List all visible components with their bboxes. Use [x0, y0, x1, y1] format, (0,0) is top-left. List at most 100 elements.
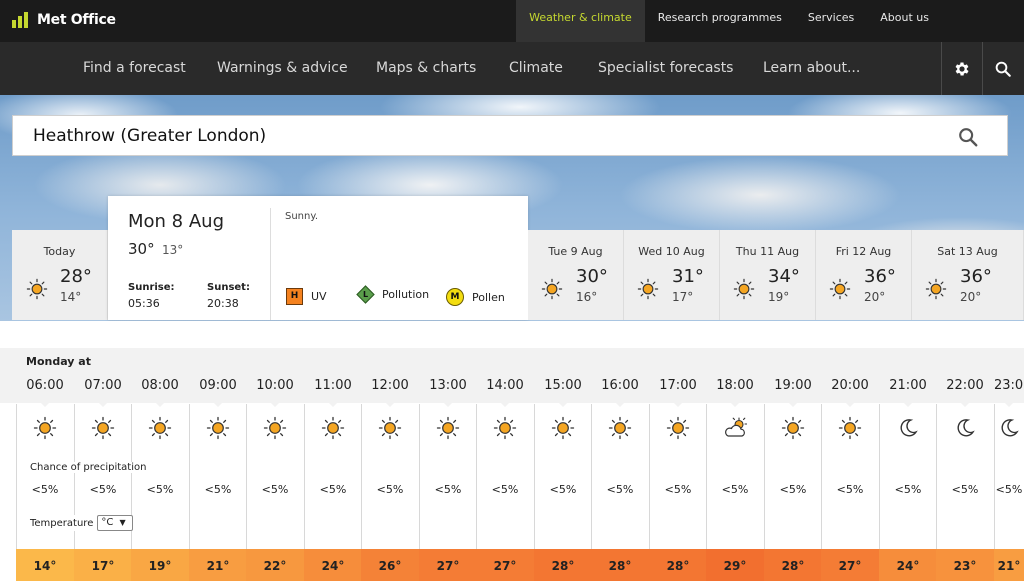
day-max-temp: 34°: [768, 266, 800, 287]
search-nav-button[interactable]: [982, 42, 1023, 95]
sun-icon: [551, 416, 575, 440]
hour-caret: [558, 402, 568, 407]
day-card[interactable]: Thu 11 Aug 34° 19°: [720, 230, 816, 320]
nav-maps-charts[interactable]: Maps & charts: [376, 42, 476, 95]
pollution-level-badge: L: [356, 285, 375, 304]
hour-temperature: 26°: [361, 549, 419, 581]
sun-icon: [666, 416, 690, 440]
hour-temperature: 27°: [476, 549, 534, 581]
nav-warnings-advice[interactable]: Warnings & advice: [217, 42, 348, 95]
hour-column: 09:00 <5% 21°: [189, 376, 247, 581]
hour-temperature: 21°: [994, 549, 1024, 581]
pollen-label: Pollen: [472, 290, 505, 304]
hour-temperature: 24°: [879, 549, 937, 581]
uv-indicator[interactable]: H UV: [286, 288, 327, 305]
hour-temperature: 28°: [534, 549, 592, 581]
day-max-temp: 36°: [864, 266, 896, 287]
hour-precipitation: <5%: [606, 483, 634, 496]
nav-climate[interactable]: Climate: [509, 42, 563, 95]
sun-icon: [925, 278, 947, 300]
moon-icon: [1001, 419, 1019, 437]
day-name: Tue 9 Aug: [548, 245, 603, 258]
hour-time: 09:00: [199, 378, 237, 393]
sun-icon: [733, 278, 755, 300]
hour-column: 12:00 <5% 26°: [361, 376, 419, 581]
day-card-today[interactable]: Today 28° 14°: [12, 230, 108, 320]
hour-time: 21:00: [889, 378, 927, 393]
search-icon: [995, 61, 1011, 77]
hour-column: 15:00 <5% 28°: [534, 376, 592, 581]
hour-column: 17:00 <5% 28°: [649, 376, 707, 581]
sun-icon: [436, 416, 460, 440]
hour-column: 08:00 <5% 19°: [131, 376, 189, 581]
brand-name: Met Office: [37, 12, 116, 28]
sun-icon: [838, 416, 862, 440]
top-link-weather-climate[interactable]: Weather & climate: [516, 0, 645, 42]
sun-icon: [206, 416, 230, 440]
chevron-down-icon: ▼: [119, 518, 126, 527]
hour-caret: [213, 402, 223, 407]
hour-time: 16:00: [601, 378, 639, 393]
hour-caret: [673, 402, 683, 407]
hour-column: 06:00 <5% 14°: [16, 376, 74, 581]
hour-caret: [443, 402, 453, 407]
sunset-label: Sunset:: [207, 282, 250, 293]
hour-time: 20:00: [831, 378, 869, 393]
selected-day-panel: Mon 8 Aug 30° 13° Sunrise: 05:36 Sunset:…: [108, 196, 528, 320]
day-min-temp: 20°: [960, 290, 982, 304]
hour-precipitation: <5%: [995, 483, 1023, 496]
hour-column: 14:00 <5% 27°: [476, 376, 534, 581]
hour-temperature: 19°: [131, 549, 189, 581]
top-link-about-us[interactable]: About us: [867, 0, 1024, 42]
nav-specialist-forecasts[interactable]: Specialist forecasts: [598, 42, 733, 95]
sun-icon: [148, 416, 172, 440]
settings-button[interactable]: [941, 42, 982, 95]
day-card[interactable]: Wed 10 Aug 31° 17°: [624, 230, 720, 320]
top-bar: Met Office Weather & climate Research pr…: [0, 0, 1024, 42]
location-search-value: Heathrow (Greater London): [33, 126, 267, 146]
day-name: Thu 11 Aug: [735, 245, 800, 258]
met-office-logo-icon: [12, 12, 28, 28]
precipitation-label: Chance of precipitation: [30, 462, 151, 473]
hour-column: 20:00 <5% 27°: [821, 376, 879, 581]
pollution-indicator[interactable]: L Pollution: [356, 285, 429, 304]
moon-icon: [957, 419, 975, 437]
top-link-research-programmes[interactable]: Research programmes: [645, 0, 795, 42]
hour-precipitation: <5%: [491, 483, 519, 496]
temperature-label-row: Temperature °C ▼: [30, 515, 138, 531]
day-name: Sat 13 Aug: [937, 245, 998, 258]
hour-caret: [788, 402, 798, 407]
day-min-temp: 17°: [672, 290, 694, 304]
hour-precipitation: <5%: [721, 483, 749, 496]
day-max-temp: 31°: [672, 266, 704, 287]
location-search-button[interactable]: [957, 126, 979, 148]
nav-learn-about[interactable]: Learn about...: [763, 42, 860, 95]
panel-divider: [270, 208, 271, 320]
sunrise-time: 05:36: [128, 297, 160, 310]
day-min-temp: 20°: [864, 290, 886, 304]
sun-icon: [263, 416, 287, 440]
location-search-input[interactable]: Heathrow (Greater London): [12, 115, 1008, 156]
sun-icon: [91, 416, 115, 440]
sun-icon: [321, 416, 345, 440]
hour-time: 19:00: [774, 378, 812, 393]
uv-label: UV: [311, 290, 327, 303]
sun-icon: [33, 416, 57, 440]
selected-day-min: 13°: [162, 243, 184, 257]
day-name: Wed 10 Aug: [638, 245, 705, 258]
top-link-services[interactable]: Services: [795, 0, 867, 42]
hour-time: 15:00: [544, 378, 582, 393]
day-card[interactable]: Sat 13 Aug 36° 20°: [912, 230, 1024, 320]
day-card[interactable]: Tue 9 Aug 30° 16°: [528, 230, 624, 320]
sun-icon: [493, 416, 517, 440]
sun-icon: [26, 278, 48, 300]
sun-icon: [608, 416, 632, 440]
day-card[interactable]: Fri 12 Aug 36° 20°: [816, 230, 912, 320]
temperature-unit-select[interactable]: °C ▼: [97, 515, 134, 531]
hour-column: 13:00 <5% 27°: [419, 376, 477, 581]
weather-summary: Sunny.: [285, 211, 319, 222]
sun-icon: [378, 416, 402, 440]
pollen-indicator[interactable]: M Pollen: [446, 288, 505, 306]
nav-find-forecast[interactable]: Find a forecast: [83, 42, 186, 95]
met-office-logo[interactable]: Met Office: [10, 9, 116, 31]
